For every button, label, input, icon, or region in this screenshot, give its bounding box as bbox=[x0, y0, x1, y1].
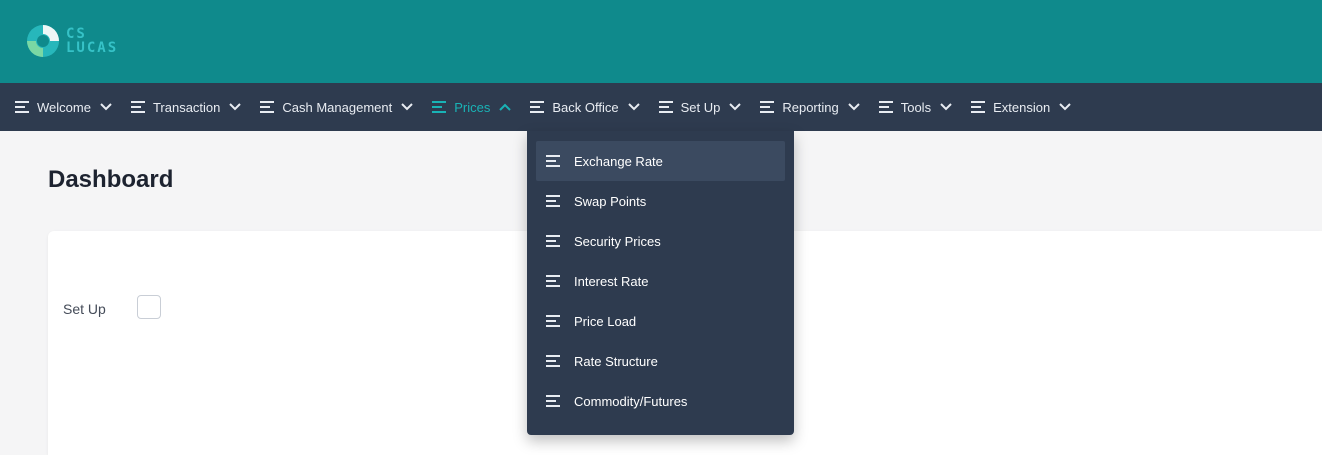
menu-lines-icon bbox=[546, 155, 560, 167]
nav-item-label: Reporting bbox=[782, 99, 839, 115]
menu-lines-icon bbox=[530, 101, 545, 113]
nav-item-label: Prices bbox=[454, 99, 491, 115]
menu-lines-icon bbox=[971, 101, 986, 113]
nav-item-welcome[interactable]: Welcome bbox=[6, 83, 122, 131]
logo-text: CS LUCAS bbox=[66, 27, 118, 55]
menu-lines-icon bbox=[878, 101, 893, 113]
menu-lines-icon bbox=[546, 235, 560, 247]
menu-lines-icon bbox=[130, 101, 145, 113]
chevron-down-icon bbox=[940, 103, 952, 111]
menu-lines-icon bbox=[546, 395, 560, 407]
setup-label: Set Up bbox=[63, 301, 106, 317]
chevron-up-icon bbox=[499, 103, 512, 111]
chevron-down-icon bbox=[1059, 103, 1071, 111]
chevron-down-icon bbox=[729, 103, 742, 111]
nav-item-label: Tools bbox=[900, 99, 932, 115]
menu-item-exchange-rate[interactable]: Exchange Rate bbox=[536, 141, 785, 181]
menu-item-label: Swap Points bbox=[574, 193, 647, 209]
menu-item-label: Price Load bbox=[574, 313, 637, 329]
chevron-down-icon bbox=[229, 103, 242, 111]
nav-item-back-office[interactable]: Back Office bbox=[521, 83, 649, 131]
menu-lines-icon bbox=[546, 315, 560, 327]
chevron-down-icon bbox=[627, 103, 640, 111]
nav-item-label: Cash Management bbox=[282, 99, 393, 115]
menu-item-label: Interest Rate bbox=[574, 273, 649, 289]
nav-item-transaction[interactable]: Transaction bbox=[122, 83, 251, 131]
chevron-down-icon bbox=[401, 103, 413, 111]
menu-lines-icon bbox=[15, 101, 29, 113]
menu-lines-icon bbox=[432, 101, 447, 113]
menu-lines-icon bbox=[760, 101, 775, 113]
prices-dropdown-menu: Exchange Rate Swap Points Security Prices I… bbox=[527, 131, 794, 435]
nav-item-reporting[interactable]: Reporting bbox=[751, 83, 869, 131]
page-title: Dashboard bbox=[48, 166, 174, 193]
setup-checkbox[interactable] bbox=[137, 295, 161, 319]
menu-lines-icon bbox=[546, 195, 560, 207]
menu-lines-icon bbox=[546, 275, 560, 287]
menu-item-rate-structure[interactable]: Rate Structure bbox=[536, 341, 785, 381]
nav-item-label: Set Up bbox=[680, 99, 721, 115]
logo-mark-icon bbox=[27, 25, 59, 57]
nav-item-set-up[interactable]: Set Up bbox=[650, 83, 752, 131]
main-nav: Welcome Transaction Cash Management Prices B… bbox=[0, 83, 1322, 131]
nav-item-tools[interactable]: Tools bbox=[870, 83, 962, 131]
nav-item-label: Extension bbox=[993, 99, 1051, 115]
logo[interactable]: CS LUCAS bbox=[26, 24, 118, 58]
app-header: CS LUCAS bbox=[0, 0, 1322, 83]
chevron-down-icon bbox=[100, 103, 112, 111]
nav-item-label: Back Office bbox=[552, 99, 619, 115]
menu-item-label: Exchange Rate bbox=[574, 153, 663, 169]
menu-item-security-prices[interactable]: Security Prices bbox=[536, 221, 785, 261]
menu-item-label: Commodity/Futures bbox=[574, 393, 688, 409]
menu-item-price-load[interactable]: Price Load bbox=[536, 301, 785, 341]
nav-item-prices[interactable]: Prices bbox=[423, 83, 521, 131]
menu-item-label: Rate Structure bbox=[574, 353, 658, 369]
menu-item-label: Security Prices bbox=[574, 233, 661, 249]
logo-text-line2: LUCAS bbox=[66, 40, 119, 56]
menu-item-swap-points[interactable]: Swap Points bbox=[536, 181, 785, 221]
menu-lines-icon bbox=[658, 101, 673, 113]
menu-item-interest-rate[interactable]: Interest Rate bbox=[536, 261, 785, 301]
menu-lines-icon bbox=[260, 101, 275, 113]
nav-item-label: Transaction bbox=[152, 99, 221, 115]
nav-item-label: Welcome bbox=[37, 99, 91, 115]
nav-item-extension[interactable]: Extension bbox=[962, 83, 1081, 131]
nav-item-cash-management[interactable]: Cash Management bbox=[251, 83, 423, 131]
menu-item-commodity-futures[interactable]: Commodity/Futures bbox=[536, 381, 785, 421]
logo-text-line1: CS bbox=[66, 26, 87, 42]
menu-lines-icon bbox=[546, 355, 560, 367]
chevron-down-icon bbox=[848, 103, 860, 111]
